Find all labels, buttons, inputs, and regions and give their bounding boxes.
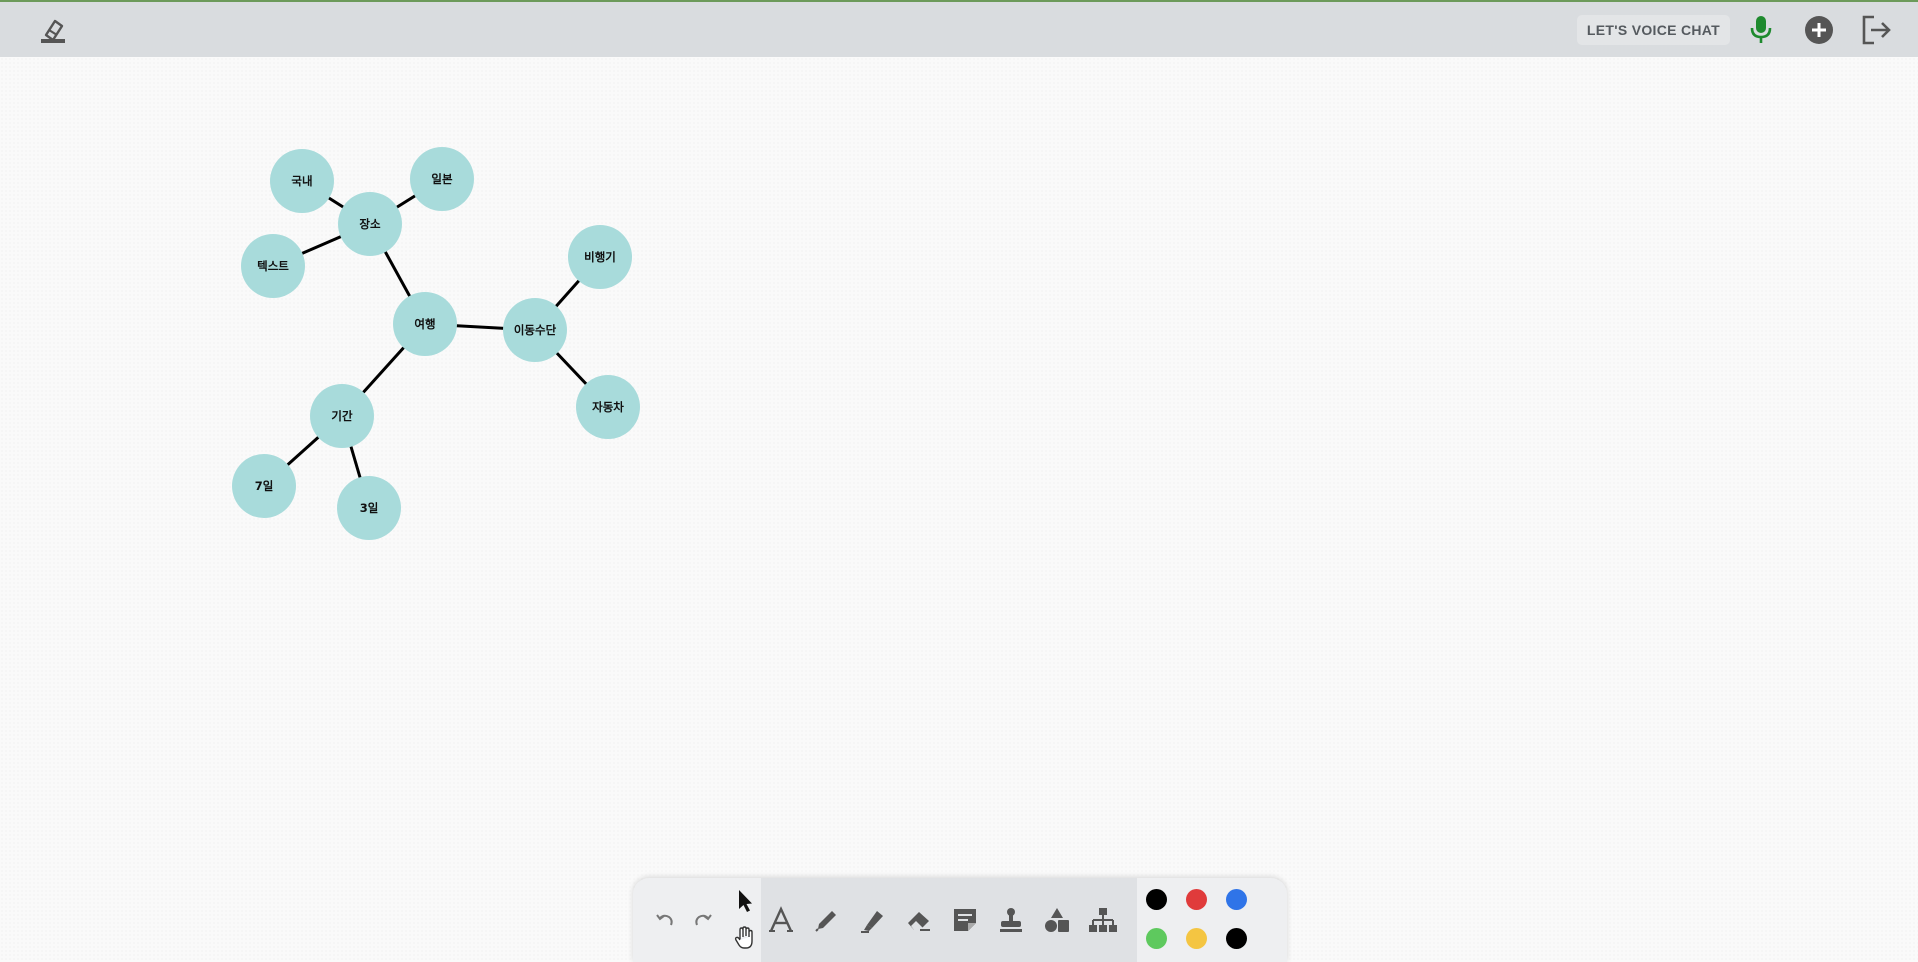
whiteboard-logo-icon[interactable] xyxy=(38,15,68,45)
sticky-note-tool-icon[interactable] xyxy=(947,902,983,938)
highlighter-tool-icon[interactable] xyxy=(855,902,891,938)
mode-group xyxy=(727,878,761,962)
mindmap-node-airplane[interactable]: 비행기 xyxy=(568,225,632,289)
header-actions: LET'S VOICE CHAT xyxy=(1576,11,1894,49)
whiteboard-app: LET'S VOICE CHAT 여행 장소 국내 일본 텍스트 이동수단 비행… xyxy=(0,0,1918,962)
mindmap-tool-icon[interactable] xyxy=(1085,902,1121,938)
eraser-tool-icon[interactable] xyxy=(901,902,937,938)
mindmap-node-place[interactable]: 장소 xyxy=(338,192,402,256)
mindmap-node-label: 비행기 xyxy=(584,250,616,264)
mindmap-node-three_days[interactable]: 3일 xyxy=(337,476,401,540)
mindmap-node-seven_days[interactable]: 7일 xyxy=(232,454,296,518)
mindmap-node-car[interactable]: 자동차 xyxy=(576,375,640,439)
mindmap-node-label: 7일 xyxy=(255,479,274,493)
undo-icon[interactable] xyxy=(647,902,683,938)
bottom-toolbar xyxy=(633,878,1287,962)
logout-icon[interactable] xyxy=(1860,13,1894,47)
mindmap-node-domestic[interactable]: 국내 xyxy=(270,149,334,213)
mindmap-node-period[interactable]: 기간 xyxy=(310,384,374,448)
add-circle-icon[interactable] xyxy=(1802,13,1836,47)
whiteboard-canvas[interactable]: 여행 장소 국내 일본텍스트이동수단 비행기자동차기간 7일 3일 xyxy=(0,57,1918,962)
color-swatch-black-2[interactable] xyxy=(1226,928,1247,949)
mindmap: 여행 장소 국내 일본텍스트이동수단 비행기자동차기간 7일 3일 xyxy=(232,147,640,540)
mindmap-node-text[interactable]: 텍스트 xyxy=(241,234,305,298)
redo-icon[interactable] xyxy=(685,902,721,938)
tool-group xyxy=(761,878,1137,962)
text-tool-icon[interactable] xyxy=(763,902,799,938)
mindmap-node-label: 이동수단 xyxy=(514,323,557,337)
mindmap-node-label: 3일 xyxy=(360,501,379,515)
color-swatch-black[interactable] xyxy=(1146,889,1167,910)
mindmap-node-label: 자동차 xyxy=(592,400,624,414)
color-palette xyxy=(1137,878,1287,962)
mindmap-node-label: 국내 xyxy=(291,174,312,188)
color-swatch-blue[interactable] xyxy=(1226,889,1247,910)
pen-tool-icon[interactable] xyxy=(809,902,845,938)
mindmap-node-japan[interactable]: 일본 xyxy=(410,147,474,211)
mindmap-node-label: 기간 xyxy=(331,409,353,423)
mindmap-node-label: 일본 xyxy=(431,172,453,186)
mindmap-node-travel[interactable]: 여행 xyxy=(393,292,457,356)
mindmap-node-label: 장소 xyxy=(359,217,381,231)
mindmap-node-label: 여행 xyxy=(414,317,435,331)
history-group xyxy=(633,878,727,962)
pan-hand-icon[interactable] xyxy=(727,920,763,956)
shapes-tool-icon[interactable] xyxy=(1039,902,1075,938)
color-swatch-green[interactable] xyxy=(1146,928,1167,949)
mindmap-node-transport[interactable]: 이동수단 xyxy=(503,298,567,362)
microphone-icon[interactable] xyxy=(1744,13,1778,47)
select-pointer-icon[interactable] xyxy=(727,883,763,919)
mindmap-node-label: 텍스트 xyxy=(257,259,289,273)
voice-chat-label[interactable]: LET'S VOICE CHAT xyxy=(1576,15,1730,45)
top-bar: LET'S VOICE CHAT xyxy=(0,0,1918,57)
color-swatch-red[interactable] xyxy=(1186,889,1207,910)
color-swatch-yellow[interactable] xyxy=(1186,928,1207,949)
stamp-tool-icon[interactable] xyxy=(993,902,1029,938)
